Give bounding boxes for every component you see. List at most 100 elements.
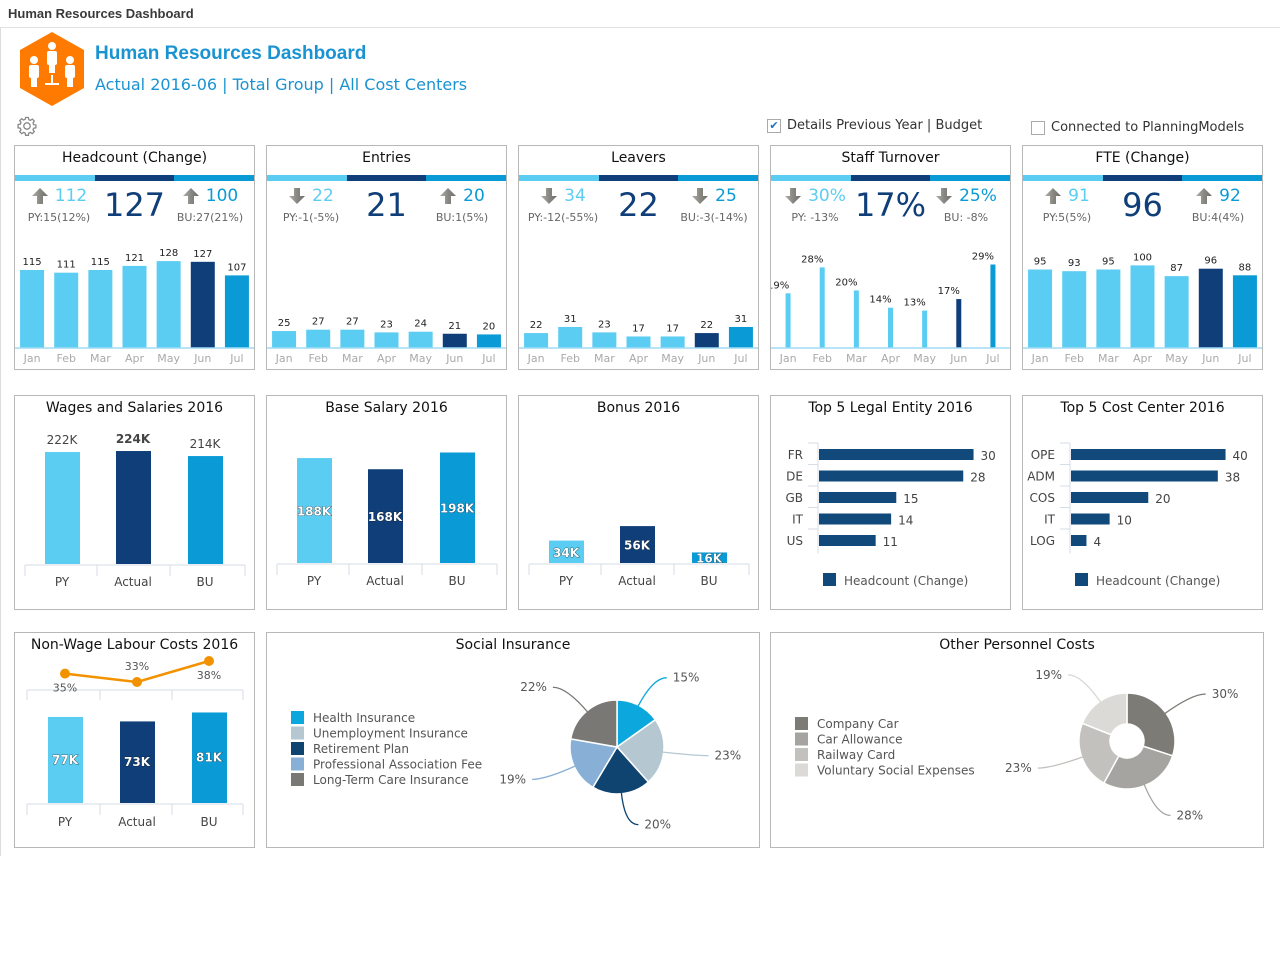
- top5-cost-center-panel: Top 5 Cost Center 2016 OPE 40 ADM 38 COS 20 IT…: [1022, 395, 1263, 610]
- arrow-down-icon: [289, 188, 306, 204]
- bar-value-label: 11: [883, 535, 898, 549]
- month-tick-label: Jun: [193, 352, 211, 365]
- leader-line: [1067, 674, 1103, 705]
- kpi-panel-leavers: Leavers 34 PY:-12(-55%) 22 25 BU:-3(-14%) 22 Ja…: [518, 145, 759, 370]
- color-legend-bar: [267, 175, 507, 181]
- py-value: 22: [312, 186, 334, 206]
- month-tick-label: Jun: [949, 352, 967, 365]
- actual-value: 21: [366, 186, 407, 224]
- month-tick-label: Apr: [377, 352, 397, 365]
- monthly-chart: 22 Jan 31 Feb 23 Mar 17 Apr 17 May 22 Jun 31 Jul: [519, 314, 758, 365]
- budget-kpi: 25 BU:-3(-14%): [674, 186, 754, 224]
- top5-legal-entity-chart: FR 30 DE 28 GB 15 IT 14 US 11 Headcount (Change): [785, 442, 996, 588]
- panel-title: Social Insurance: [455, 637, 571, 653]
- other-personnel-costs-panel: Other Personnel Costs Company Car Car All…: [770, 632, 1264, 848]
- bar-value-label: 107: [227, 262, 246, 273]
- bar-value-label: 17: [632, 323, 645, 334]
- month-tick-label: Jan: [527, 352, 545, 365]
- bonus-panel: Bonus 2016 34K PY 56K Actual 16K BU: [518, 395, 759, 610]
- py-value: 30%: [808, 186, 846, 206]
- slice-long-term-care-insurance: [569, 699, 618, 748]
- panel-title: Top 5 Cost Center 2016: [1060, 400, 1225, 416]
- bar-py: [45, 452, 80, 564]
- legend-label: Car Allowance: [817, 733, 902, 747]
- month-tick-label: May: [661, 352, 684, 365]
- turnover-bar: [990, 264, 996, 348]
- month-bar: [558, 326, 583, 348]
- ratio-label: 33%: [125, 660, 149, 673]
- non-wage-labour-costs-chart: 77K PY 73K Actual 81K BU 35% 33% 38%: [26, 656, 244, 829]
- bu-value: 92: [1219, 186, 1241, 206]
- category-label: COS: [1030, 491, 1055, 505]
- category-label: Actual: [618, 574, 656, 588]
- bar-value-label: 20: [1155, 492, 1170, 506]
- connected-planning-checkbox[interactable]: Connected to PlanningModels: [1031, 120, 1244, 135]
- slice-value-label: 20%: [644, 818, 671, 832]
- month-bar: [1164, 276, 1189, 348]
- details-previous-year-checkbox[interactable]: ✔ Details Previous Year | Budget: [767, 118, 982, 133]
- left-border: [0, 28, 1, 856]
- planning-checkbox-label: Connected to PlanningModels: [1051, 120, 1245, 135]
- bu-value: 20: [463, 186, 485, 206]
- bar-value-label: 19%: [771, 280, 789, 291]
- month-tick-label: Jul: [1237, 352, 1251, 365]
- month-bar: [728, 326, 753, 348]
- month-tick-label: Feb: [56, 352, 75, 365]
- month-tick-label: Apr: [1133, 352, 1153, 365]
- month-tick-label: Jan: [275, 352, 293, 365]
- bar-value-label: 25: [278, 318, 291, 329]
- social-insurance-panel: Social Insurance Health Insurance Unemplo…: [266, 632, 760, 848]
- bar-value-label: 87: [1170, 263, 1183, 274]
- bar-value-label: 24: [414, 319, 427, 330]
- month-bar: [592, 332, 617, 348]
- category-label: IT: [1044, 513, 1056, 527]
- month-bar: [272, 331, 297, 348]
- ratio-label: 38%: [197, 669, 221, 682]
- category-label: Actual: [114, 575, 152, 589]
- leader-line: [620, 790, 639, 826]
- month-bar: [1028, 269, 1053, 348]
- checkbox-checked-icon[interactable]: ✔: [767, 118, 781, 133]
- legend-swatch: [291, 742, 304, 755]
- bar-value-label: 10: [1117, 514, 1132, 528]
- hbar-ope: [1071, 449, 1226, 460]
- turnover-bar: [853, 290, 859, 348]
- month-tick-label: Jul: [481, 352, 495, 365]
- month-tick-label: May: [1165, 352, 1188, 365]
- previous-year-kpi: 30% PY: -13%: [775, 186, 855, 224]
- category-label: FR: [788, 448, 803, 462]
- checkbox-unchecked-icon[interactable]: [1031, 120, 1045, 135]
- bar-value-label: 111: [57, 260, 76, 271]
- legend-swatch: [291, 711, 304, 724]
- month-tick-label: Apr: [629, 352, 649, 365]
- py-value: 91: [1068, 186, 1090, 206]
- budget-kpi: 100 BU:27(21%): [170, 186, 250, 224]
- month-tick-label: Mar: [594, 352, 615, 365]
- bar-bu: [188, 456, 223, 564]
- gear-icon[interactable]: [17, 116, 37, 136]
- month-bar: [660, 336, 685, 348]
- leader-line: [636, 677, 667, 709]
- bar-value-label: 29%: [972, 252, 994, 263]
- bu-value: 100: [205, 186, 239, 206]
- legend-label: Retirement Plan: [313, 742, 409, 756]
- hbar-adm: [1071, 470, 1218, 482]
- month-tick-label: May: [913, 352, 936, 365]
- color-legend-bar: [15, 175, 255, 181]
- hbar-cos: [1071, 492, 1149, 503]
- base-salary-chart: 188K PY 168K Actual 198K BU: [276, 452, 498, 588]
- bu-delta: BU: -8%: [943, 211, 989, 224]
- py-delta: PY: -13%: [791, 211, 839, 224]
- bar-actual: [116, 451, 151, 564]
- bar-value-label: 121: [125, 253, 144, 264]
- category-label: PY: [58, 815, 73, 829]
- bar-value-label: 27: [346, 317, 359, 328]
- ratio-point: [132, 677, 142, 687]
- month-tick-label: Jan: [779, 352, 797, 365]
- bar-value-label: 31: [564, 314, 577, 325]
- actual-value: 96: [1122, 186, 1163, 224]
- bar-value-label: 22: [530, 320, 543, 331]
- bar-value-label: 96: [1204, 256, 1217, 267]
- leader-line: [532, 764, 578, 781]
- panel-title: Top 5 Legal Entity 2016: [808, 400, 973, 416]
